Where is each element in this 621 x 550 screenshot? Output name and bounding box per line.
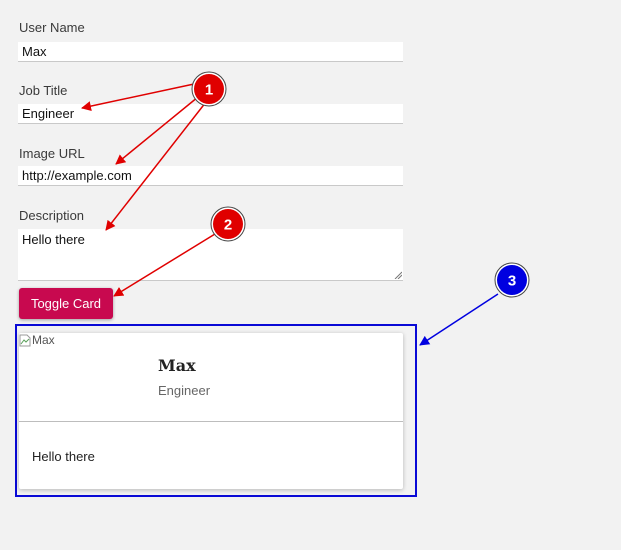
badge-1-number: 1 (205, 82, 213, 99)
image-url-label: Image URL (19, 146, 85, 161)
username-input[interactable] (18, 42, 403, 62)
card-image: Max (19, 333, 55, 347)
card-name: Max (158, 356, 196, 375)
toggle-card-button[interactable]: Toggle Card (19, 288, 113, 319)
image-url-input[interactable] (18, 166, 403, 186)
annotation-badge-3: 3 (494, 262, 530, 298)
badge-3-number: 3 (508, 273, 516, 290)
job-title-label: Job Title (19, 83, 68, 98)
job-title-input[interactable] (18, 104, 403, 124)
profile-card: Max Max Engineer Hello there (19, 333, 403, 489)
broken-image-icon (19, 334, 31, 346)
username-label: User Name (19, 20, 85, 35)
card-image-alt: Max (32, 333, 55, 347)
card-divider (19, 421, 403, 422)
resize-grip-icon[interactable] (394, 271, 402, 279)
card-title: Engineer (158, 383, 211, 398)
description-textarea[interactable]: Hello there (18, 229, 403, 281)
arrow-3-to-card (419, 293, 499, 346)
description-label: Description (19, 208, 85, 223)
card-description: Hello there (32, 449, 95, 464)
annotation-badge-1: 1 (191, 71, 227, 107)
